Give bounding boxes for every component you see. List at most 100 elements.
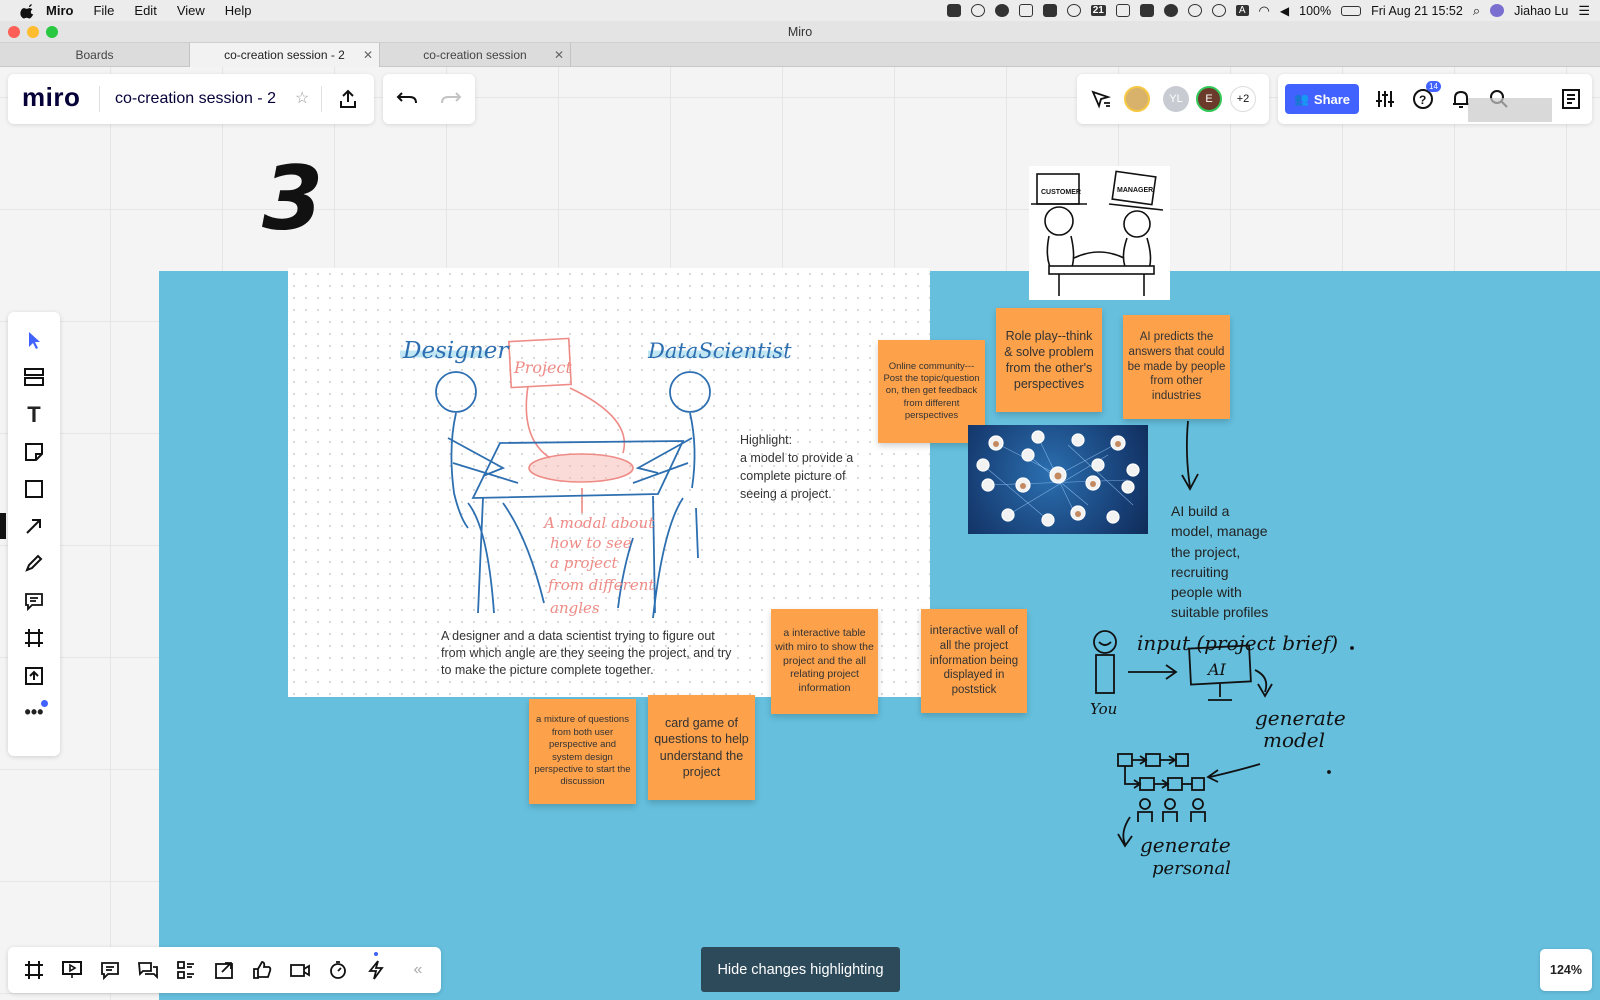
more-collaborators-badge[interactable]: +2 — [1230, 86, 1256, 112]
highlight-note[interactable]: Highlight: a model to provide a complete… — [740, 431, 853, 504]
activity-button[interactable] — [362, 952, 390, 984]
menu-edit[interactable]: Edit — [134, 3, 156, 18]
cursor-filter-icon[interactable] — [1090, 89, 1112, 109]
close-tab-icon[interactable]: ✕ — [363, 43, 373, 67]
control-center-icon[interactable]: ☰ — [1578, 3, 1590, 19]
share-button[interactable]: 👥 Share — [1285, 84, 1359, 114]
comments-button[interactable] — [96, 956, 124, 984]
menubar-user[interactable]: Jiahao Lu — [1514, 4, 1568, 18]
frame-tool[interactable] — [20, 624, 48, 652]
ai-build-note[interactable]: AI build a model, manage the project, re… — [1171, 501, 1268, 623]
shape-tool[interactable] — [20, 475, 48, 503]
sticky-note-interactive-wall[interactable]: interactive wall of all the project info… — [921, 609, 1027, 713]
close-tab-icon[interactable]: ✕ — [554, 43, 564, 67]
voting-button[interactable] — [248, 956, 276, 984]
wechat-icon[interactable] — [1163, 4, 1178, 17]
sticky-text: card game of questions to help understan… — [654, 716, 749, 779]
video-call-button[interactable] — [286, 956, 314, 984]
rectangle-icon — [25, 480, 43, 498]
upload-tool[interactable] — [20, 662, 48, 690]
screen-share-icon — [215, 962, 233, 979]
calendar-icon[interactable]: 21 — [1090, 5, 1106, 16]
layout-icon[interactable] — [1042, 4, 1057, 17]
label-data-scientist: DataScientist — [647, 339, 792, 363]
menu-file[interactable]: File — [93, 3, 114, 18]
text-tool[interactable]: T — [20, 401, 48, 429]
minimize-window-button[interactable] — [27, 26, 39, 38]
board-title[interactable]: co-creation session - 2 — [115, 90, 276, 108]
presentation-button[interactable] — [58, 956, 86, 984]
collaborator-avatar-e[interactable]: E — [1196, 86, 1222, 112]
tab-co-creation-session[interactable]: co-creation session ✕ — [380, 43, 571, 67]
presentation-icon — [62, 961, 82, 978]
timer-button[interactable] — [324, 956, 352, 984]
menu-app-name[interactable]: Miro — [46, 3, 73, 18]
shield-icon[interactable] — [1115, 4, 1130, 17]
undo-icon[interactable] — [396, 90, 418, 108]
input-source-icon[interactable]: A — [1235, 5, 1249, 16]
thumbs-up-icon — [253, 961, 272, 979]
wifi-icon[interactable]: ◠ — [1259, 3, 1270, 19]
cloud-icon[interactable] — [994, 4, 1009, 17]
sticky-note-interactive-table[interactable]: a interactive table with miro to show th… — [771, 609, 878, 714]
menu-view[interactable]: View — [177, 3, 205, 18]
settings-sliders-icon[interactable] — [1374, 89, 1396, 109]
screen-share-button[interactable] — [210, 956, 238, 984]
maximize-window-button[interactable] — [46, 26, 58, 38]
comment-tool[interactable] — [20, 587, 48, 615]
upload-icon[interactable] — [338, 89, 358, 109]
pen-tool[interactable] — [20, 549, 48, 577]
zoom-level[interactable]: 124% — [1540, 949, 1592, 991]
tab-co-creation-session-2[interactable]: co-creation session - 2 ✕ — [190, 43, 380, 67]
board-canvas[interactable]: 3 Designer DataScientist Project A modal… — [0, 67, 1600, 1000]
hide-changes-highlighting-button[interactable]: Hide changes highlighting — [701, 947, 900, 992]
more-tools[interactable]: ••• — [20, 698, 48, 726]
section-number[interactable]: 3 — [262, 147, 323, 250]
select-tool[interactable] — [20, 326, 48, 354]
network-people-image[interactable] — [968, 425, 1148, 534]
user-avatar-icon[interactable] — [1490, 4, 1505, 17]
close-window-button[interactable] — [8, 26, 20, 38]
collapse-toolbar-button[interactable]: « — [404, 956, 432, 984]
volume-icon[interactable]: ◀ — [1280, 4, 1289, 18]
menubar-datetime[interactable]: Fri Aug 21 15:52 — [1371, 4, 1463, 18]
header-divider — [99, 86, 100, 112]
sticky-note-card-game[interactable]: card game of questions to help understan… — [648, 695, 755, 800]
onepassword-icon[interactable] — [970, 4, 985, 17]
apple-icon[interactable] — [20, 3, 36, 19]
drive-icon[interactable] — [1139, 4, 1154, 17]
templates-icon — [24, 368, 44, 386]
collaborator-avatar-photo[interactable] — [1124, 86, 1150, 112]
video-icon[interactable] — [946, 4, 961, 17]
collapsed-minimap[interactable] — [1468, 98, 1552, 122]
cards-button[interactable] — [172, 956, 200, 984]
move-icon[interactable] — [1211, 4, 1226, 17]
collaborator-avatar-yl[interactable]: YL — [1163, 86, 1189, 112]
notes-icon[interactable] — [1018, 4, 1033, 17]
time-machine-icon[interactable] — [1187, 4, 1202, 17]
chat-button[interactable] — [134, 956, 162, 984]
customer-manager-cartoon[interactable]: CUSTOMER MANAGER — [1029, 166, 1170, 300]
redo-icon[interactable] — [440, 90, 462, 108]
frames-button[interactable] — [20, 956, 48, 984]
sticky-note-ai-predicts[interactable]: AI predicts the answers that could be ma… — [1123, 315, 1230, 419]
ai-note-line: recruiting — [1171, 563, 1229, 580]
upload-box-icon — [25, 667, 43, 685]
arrow-down-sketch[interactable] — [1170, 419, 1210, 494]
connection-line-tool[interactable] — [20, 512, 48, 540]
sticky-note-mixture-questions[interactable]: a mixture of questions from both user pe… — [529, 699, 636, 804]
menu-help[interactable]: Help — [225, 3, 252, 18]
frame-caption[interactable]: A designer and a data scientist trying t… — [441, 628, 731, 679]
notes-panel-icon[interactable] — [1560, 88, 1582, 110]
magnifier-tray-icon[interactable] — [1066, 4, 1081, 17]
star-icon[interactable]: ☆ — [295, 88, 309, 108]
tab-boards[interactable]: Boards — [0, 43, 190, 67]
templates-tool[interactable] — [20, 363, 48, 391]
miro-logo[interactable]: miro — [22, 82, 80, 113]
spotlight-icon[interactable]: ⌕ — [1473, 3, 1480, 19]
hw-you-label: You — [1090, 700, 1117, 718]
sticky-note-tool[interactable] — [20, 438, 48, 466]
sticky-note-role-play[interactable]: Role play--think & solve problem from th… — [996, 308, 1102, 412]
battery-icon[interactable] — [1341, 5, 1362, 16]
ai-flow-sketch[interactable]: input (project brief) AI You generate mo… — [1080, 612, 1400, 892]
